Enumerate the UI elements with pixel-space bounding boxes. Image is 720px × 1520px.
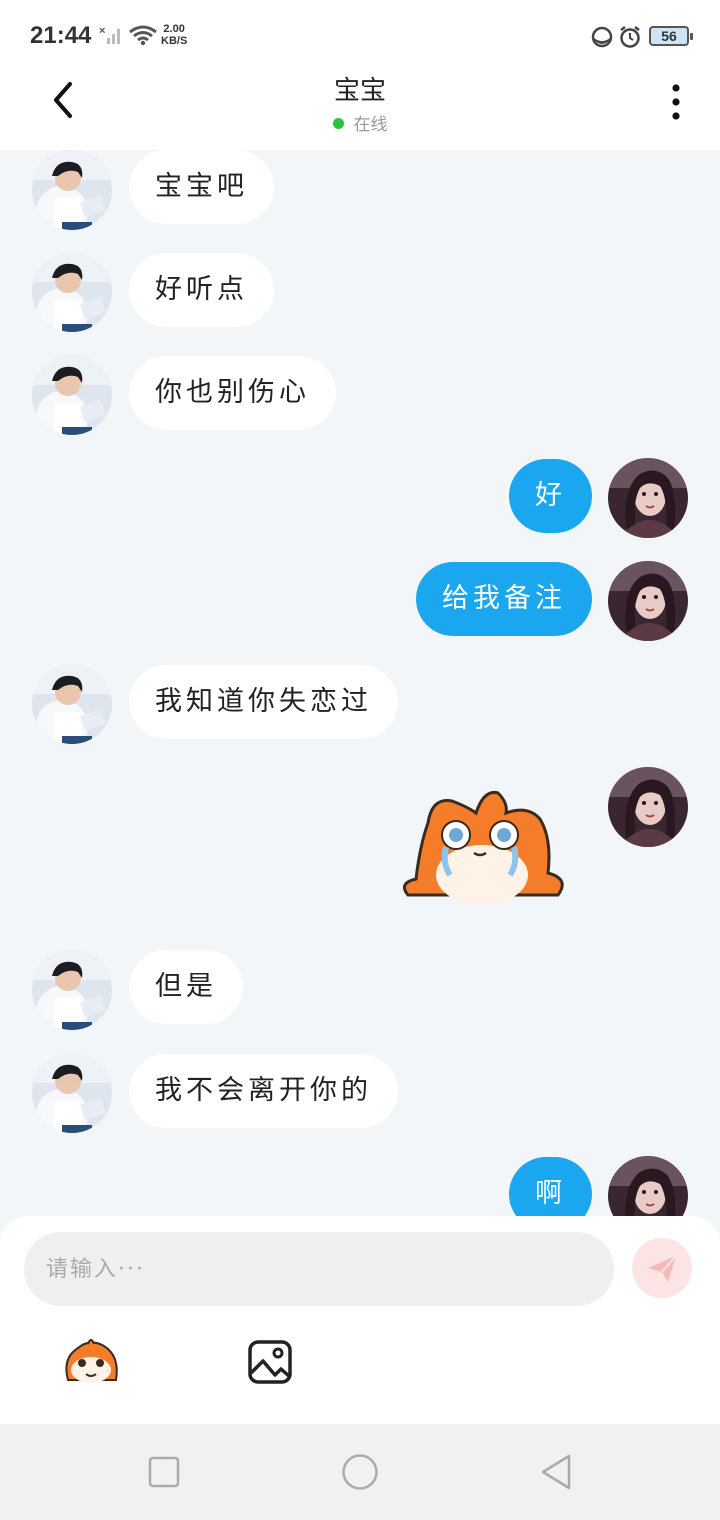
image-picker-button[interactable] [247,1339,293,1385]
paper-plane-icon [648,1255,677,1282]
message-input[interactable] [24,1232,614,1306]
system-navigation-bar [0,1424,720,1520]
chat-message-list[interactable]: 宝宝吧 好听点 你也别伤心 好 给我备注 我知道你失恋过 但是 我不会离开你的 … [0,150,720,1216]
my-avatar[interactable] [608,458,688,538]
my-avatar[interactable] [608,561,688,641]
online-status-label: 在线 [353,115,388,135]
emoji-button[interactable] [60,1336,122,1386]
incoming-message-bubble[interactable]: 好听点 [129,253,274,327]
wifi-icon [129,25,157,46]
outgoing-message-bubble[interactable]: 给我备注 [416,562,592,636]
chat-header: 宝宝 在线 [0,68,720,150]
incoming-message-bubble[interactable]: 你也别伤心 [129,356,336,430]
status-bar: 21:44 × 2.00 KB/S 56 [0,0,720,68]
my-avatar[interactable] [608,767,688,847]
recent-apps-button[interactable] [148,1456,180,1488]
online-status: 在线 [0,110,720,135]
battery-indicator: 56 [649,26,693,46]
network-speed-value: 2.00 [163,23,185,35]
contact-avatar[interactable] [32,1053,112,1133]
incoming-message-bubble[interactable]: 我知道你失恋过 [129,665,398,739]
more-options-button[interactable] [662,82,690,122]
data-saver-icon [591,26,613,48]
send-button[interactable] [632,1238,692,1298]
incoming-message-bubble[interactable]: 宝宝吧 [129,150,274,224]
svg-text:×: × [99,25,105,37]
network-speed: 2.00 KB/S [161,23,187,47]
network-speed-unit: KB/S [161,35,188,47]
contact-avatar[interactable] [32,355,112,435]
outgoing-message-bubble[interactable]: 好 [509,459,592,533]
system-back-button[interactable] [539,1453,573,1491]
home-button[interactable] [341,1453,379,1491]
my-avatar[interactable] [608,1156,688,1216]
incoming-message-bubble[interactable]: 但是 [129,950,243,1024]
incoming-message-bubble[interactable]: 我不会离开你的 [129,1054,398,1128]
outgoing-message-bubble[interactable]: 啊 [509,1157,592,1216]
chat-title: 宝宝 [333,76,386,106]
crying-fox-sticker[interactable] [398,783,568,913]
alarm-icon [620,26,640,48]
contact-avatar[interactable] [32,950,112,1030]
contact-avatar[interactable] [32,664,112,744]
contact-avatar[interactable] [32,150,112,230]
message-composer [0,1216,720,1424]
online-dot-icon [332,118,344,129]
signal-icon: × [99,25,120,44]
contact-avatar[interactable] [32,252,112,332]
status-time: 21:44 [30,22,92,49]
